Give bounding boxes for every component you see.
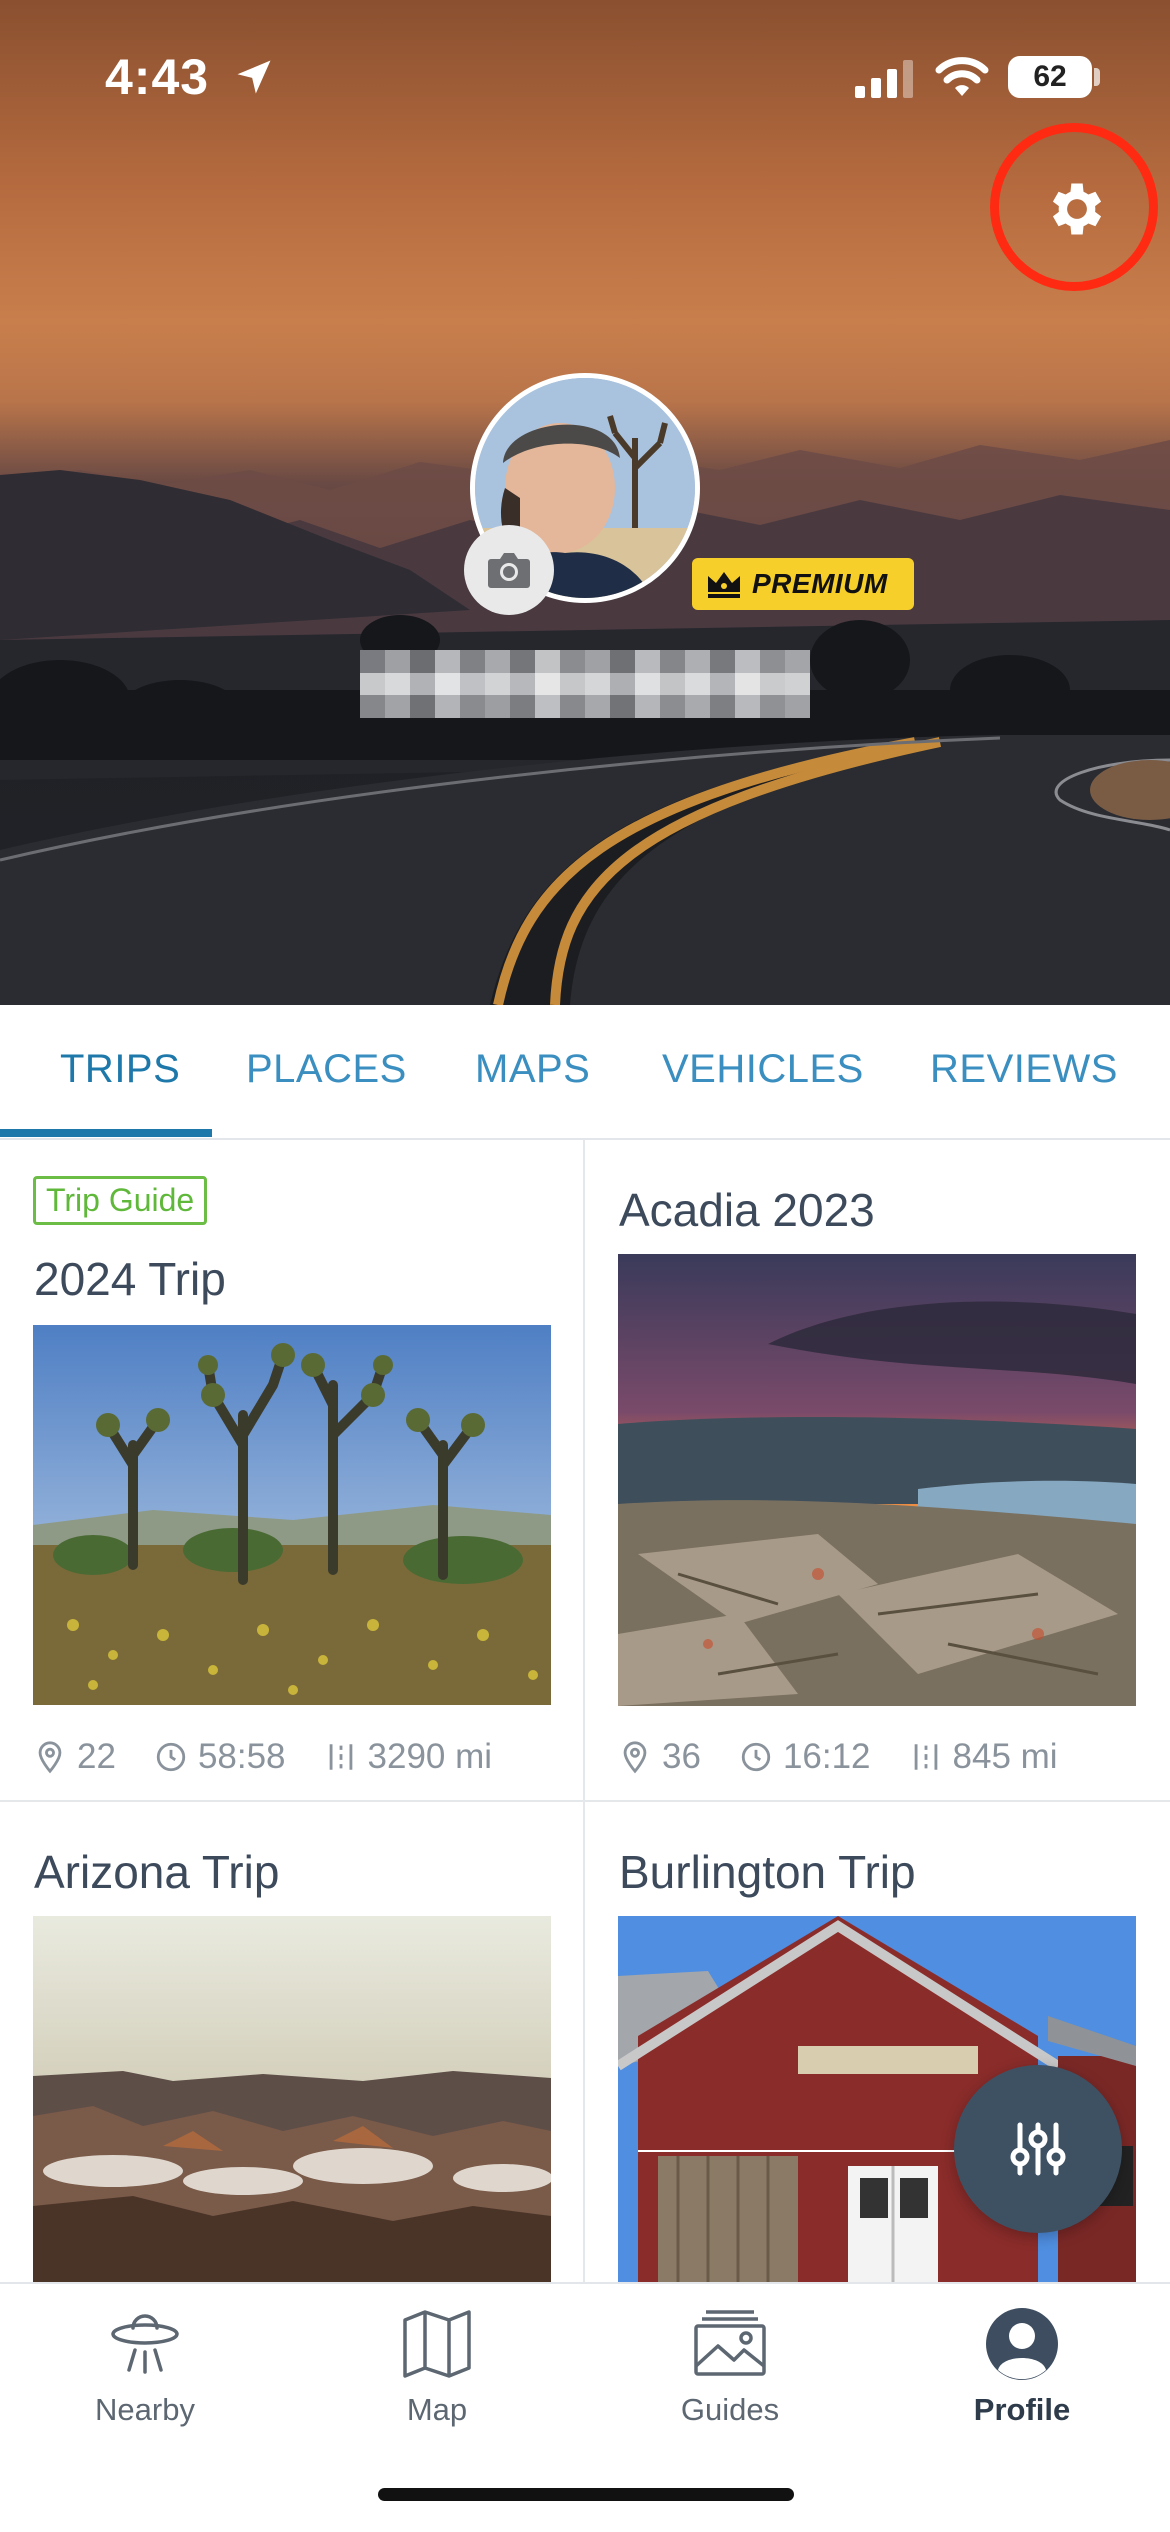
clock-icon [156,1742,186,1772]
tab-vehicles[interactable]: VEHICLES [662,1047,864,1092]
location-arrow-icon [237,60,271,94]
trip-duration: 58:58 [197,1737,286,1776]
ufo-icon [111,2314,179,2374]
trip-distance: 3290 mi [367,1737,493,1776]
nav-label: Nearby [95,2392,195,2427]
nav-nearby[interactable]: Nearby [45,2304,245,2428]
battery-indicator: 62 [1008,56,1092,98]
change-photo-button[interactable] [464,525,554,615]
distance-icon [329,1744,352,1770]
filter-button[interactable] [954,2065,1122,2233]
nav-profile[interactable]: Profile [922,2304,1122,2428]
trip-card[interactable]: Trip Guide 2024 Trip 22 58:58 3290 mi [0,1140,583,1800]
premium-badge: PREMIUM [692,558,914,610]
sliders-icon [1010,2122,1066,2176]
pin-icon [38,1741,62,1774]
trip-card[interactable]: Arizona Trip [0,1802,583,2282]
battery-tip [1094,68,1100,86]
cellular-signal-icon [855,60,913,98]
profile-tabs: TRIPS PLACES MAPS VEHICLES REVIEWS [0,1005,1170,1140]
guides-icon [694,2310,766,2376]
nav-label: Map [406,2392,468,2427]
trip-duration: 16:12 [782,1737,871,1776]
battery-level: 62 [1033,60,1067,93]
tab-maps[interactable]: MAPS [475,1047,590,1092]
trip-stats: 22 58:58 3290 mi [33,1737,492,1777]
pin-icon [623,1741,647,1774]
nav-label: Guides [680,2392,780,2427]
profile-icon [986,2308,1058,2380]
profile-header: 4:43 62 PREMIUM [0,0,1170,1005]
trip-image [33,1916,551,2282]
trip-image [33,1325,551,1705]
trip-guide-tag: Trip Guide [33,1176,208,1225]
trip-image [618,1254,1136,1706]
distance-icon [914,1744,937,1770]
nav-map[interactable]: Map [337,2304,537,2428]
clock-icon [741,1742,771,1772]
map-icon [403,2310,471,2378]
tab-places[interactable]: PLACES [246,1047,407,1092]
camera-icon [488,553,530,588]
status-bar: 4:43 62 [0,0,1170,150]
trip-stops: 22 [77,1737,116,1776]
trip-title: 2024 Trip [34,1253,226,1305]
tab-reviews[interactable]: REVIEWS [930,1047,1118,1092]
trip-title: Acadia 2023 [619,1184,875,1236]
active-tab-indicator [0,1129,212,1137]
trip-stops: 36 [662,1737,701,1776]
nav-guides[interactable]: Guides [630,2304,830,2428]
trip-title: Burlington Trip [619,1846,916,1898]
trip-title: Arizona Trip [34,1846,280,1898]
tab-trips[interactable]: TRIPS [60,1047,180,1092]
status-time: 4:43 [105,49,210,105]
home-indicator [378,2488,794,2501]
trip-card[interactable]: Acadia 2023 36 16:12 845 mi [585,1140,1170,1800]
gear-icon[interactable] [1043,175,1111,243]
wifi-icon [935,57,989,96]
username-redacted [360,650,810,718]
crown-icon [708,572,740,598]
trip-distance: 845 mi [952,1737,1058,1776]
nav-label: Profile [973,2392,1071,2427]
premium-label: PREMIUM [752,568,888,599]
trip-stats: 36 16:12 845 mi [618,1737,1058,1777]
